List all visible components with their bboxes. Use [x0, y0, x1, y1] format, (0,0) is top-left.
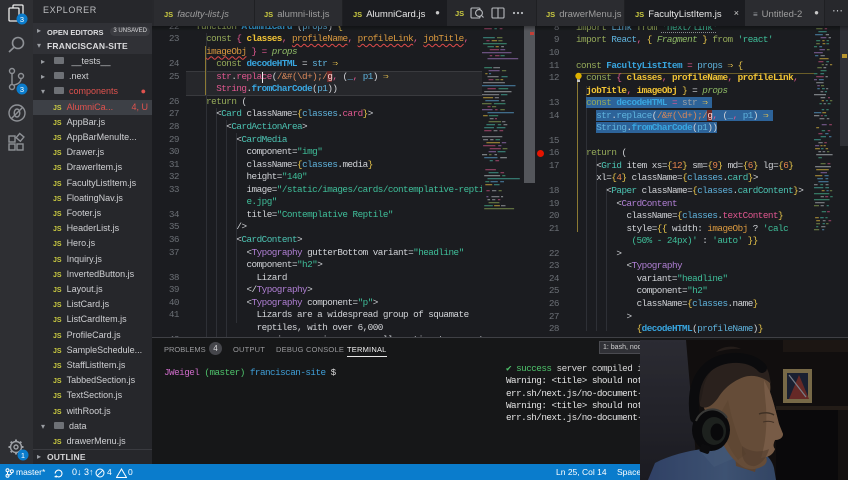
svg-text:3: 3 [20, 85, 24, 94]
svg-text:3: 3 [20, 15, 24, 24]
svg-text:1: 1 [21, 451, 25, 460]
